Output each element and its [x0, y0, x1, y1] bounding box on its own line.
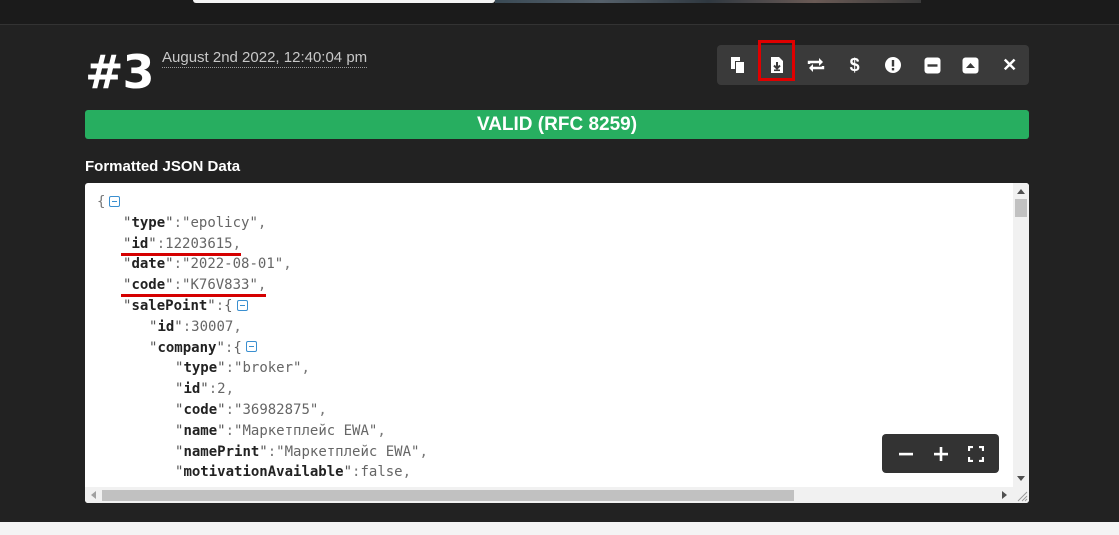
- horizontal-scrollbar[interactable]: [85, 487, 1013, 503]
- json-value: "Маркетплейс EWA": [276, 443, 420, 460]
- json-line: "date":"2022-08-01",: [123, 256, 292, 273]
- json-punctuation: ,: [283, 256, 292, 273]
- collapse-toggle-icon[interactable]: [245, 341, 257, 353]
- scroll-left-arrow-icon[interactable]: [91, 491, 96, 499]
- json-line: "company":{: [149, 338, 257, 359]
- fullscreen-button[interactable]: [961, 439, 991, 469]
- json-value: {: [224, 298, 233, 314]
- minus-square-icon: [924, 57, 941, 73]
- dollar-button[interactable]: $: [835, 45, 874, 85]
- json-line: "motivationAvailable":false,: [175, 464, 412, 481]
- top-strip: [0, 0, 1119, 25]
- json-key: type: [183, 360, 218, 377]
- json-line: "code":"36982875",: [175, 402, 327, 418]
- collapse-button[interactable]: [952, 45, 991, 85]
- json-tree[interactable]: { "type":"epolicy", "id":12203615, "date":"…: [85, 183, 1013, 487]
- json-key: name: [183, 422, 218, 439]
- minus-icon: [898, 452, 913, 455]
- collapse-toggle-icon[interactable]: [236, 299, 248, 311]
- json-value: {: [233, 339, 242, 356]
- json-value: "Маркетплейс EWA": [234, 422, 378, 439]
- entry-toolbar: $ ✕: [717, 40, 1029, 85]
- horizontal-scroll-thumb[interactable]: [102, 490, 794, 501]
- close-icon: ✕: [1002, 54, 1018, 75]
- swap-icon: [807, 58, 825, 72]
- fullscreen-icon: [967, 445, 984, 462]
- caret-up-square-icon: [962, 57, 979, 73]
- minimize-button[interactable]: [913, 45, 952, 85]
- json-key: id: [131, 235, 149, 252]
- bottom-strip: [0, 522, 1119, 535]
- json-value: false: [360, 464, 403, 481]
- json-value: "36982875": [234, 402, 319, 418]
- zoom-controls: [882, 434, 999, 473]
- json-brace: {: [97, 194, 106, 210]
- json-punctuation: ,: [419, 443, 428, 460]
- vertical-scroll-thumb[interactable]: [1015, 199, 1027, 217]
- json-punctuation: ,: [377, 422, 386, 439]
- json-value: "epolicy": [182, 214, 258, 231]
- json-line: "type":"epolicy",: [123, 214, 267, 231]
- json-punctuation: ,: [257, 214, 267, 231]
- entry-number: #3: [85, 45, 155, 99]
- json-line: "id":2,: [175, 381, 235, 398]
- json-punctuation: ,: [225, 381, 235, 398]
- download-button[interactable]: [757, 40, 797, 85]
- json-punctuation: ,: [402, 464, 412, 481]
- entry-date[interactable]: August 2nd 2022, 12:40:04 pm: [162, 49, 368, 68]
- json-key: type: [131, 214, 166, 231]
- json-value: 12203615: [165, 235, 233, 252]
- json-punctuation: ,: [232, 235, 242, 252]
- json-value: "K76V833": [182, 277, 258, 294]
- json-key: salePoint: [131, 298, 208, 314]
- zoom-in-button[interactable]: [926, 439, 956, 469]
- json-line: "namePrint":"Маркетплейс EWA",: [175, 443, 428, 460]
- json-key: id: [157, 318, 175, 335]
- json-value: 2: [217, 381, 226, 398]
- json-key: date: [131, 256, 166, 273]
- json-punctuation: ,: [301, 360, 310, 377]
- copy-button[interactable]: [719, 45, 758, 85]
- json-value: 30007: [191, 318, 234, 335]
- json-line: {: [97, 192, 121, 213]
- json-section-label: Formatted JSON Data: [85, 158, 241, 175]
- json-punctuation: ,: [257, 277, 267, 294]
- copy-icon: [731, 57, 745, 73]
- json-key: code: [131, 277, 166, 294]
- exclamation-circle-icon: [885, 57, 902, 73]
- json-punctuation: ,: [318, 402, 327, 418]
- close-button[interactable]: ✕: [990, 45, 1029, 85]
- validation-status-banner: VALID (RFC 8259): [85, 110, 1029, 139]
- scroll-up-arrow-icon[interactable]: [1017, 189, 1025, 194]
- json-line: "salePoint":{: [123, 296, 248, 317]
- json-value: "2022-08-01": [182, 256, 284, 273]
- json-line: "type":"broker",: [175, 360, 310, 377]
- json-line: "id":30007,: [149, 318, 242, 335]
- json-key: namePrint: [183, 443, 260, 460]
- json-punctuation: ,: [233, 318, 242, 335]
- resize-grip-icon: [1017, 491, 1028, 502]
- json-key: code: [183, 402, 218, 418]
- convert-button[interactable]: [797, 45, 836, 85]
- json-value: "broker": [234, 360, 302, 377]
- scroll-right-arrow-icon[interactable]: [1002, 491, 1007, 499]
- zoom-out-button[interactable]: [891, 439, 921, 469]
- json-line: "id":12203615,: [123, 235, 242, 252]
- scroll-down-arrow-icon[interactable]: [1017, 476, 1025, 481]
- vertical-scrollbar[interactable]: [1013, 183, 1029, 487]
- json-key: company: [157, 339, 217, 356]
- collapse-toggle-icon[interactable]: [109, 195, 121, 207]
- plus-icon: [933, 446, 948, 461]
- top-white-bar: [193, 0, 495, 3]
- top-image-strip: [495, 0, 921, 3]
- alert-button[interactable]: [874, 45, 913, 85]
- resize-handle[interactable]: [1013, 487, 1029, 503]
- json-line: "code":"K76V833",: [123, 277, 267, 294]
- json-line: "name":"Маркетплейс EWA",: [175, 422, 386, 439]
- json-key: id: [183, 381, 201, 398]
- dollar-icon: $: [849, 54, 860, 75]
- json-key: motivationAvailable: [183, 464, 344, 481]
- file-download-icon: [771, 57, 784, 73]
